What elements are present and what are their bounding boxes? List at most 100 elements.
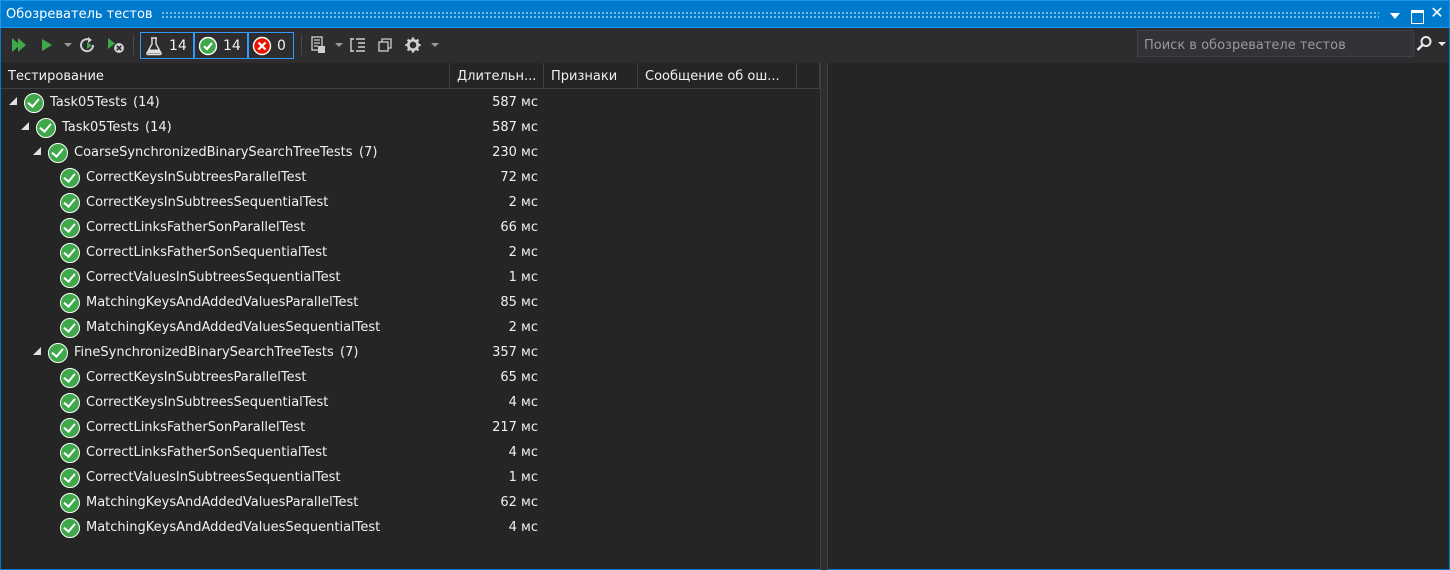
close-icon[interactable]: ✕ [1429, 5, 1445, 21]
passed-icon [48, 143, 68, 163]
run-icon[interactable] [39, 36, 55, 54]
passed-icon [60, 243, 80, 263]
test-duration: 72 мс [500, 170, 538, 185]
test-name: Task05Tests [62, 120, 139, 135]
passed-icon [24, 93, 44, 113]
test-group-row[interactable]: FineSynchronizedBinarySearchTreeTests (7)… [1, 340, 820, 365]
test-duration: 230 мс [492, 145, 538, 160]
search-options-dropdown-icon[interactable] [1438, 42, 1446, 46]
test-name: CorrectKeysInSubtreesParallelTest [86, 370, 307, 385]
search-box[interactable] [1137, 30, 1414, 57]
total-count: 14 [169, 38, 187, 54]
test-count: (14) [145, 120, 172, 135]
column-filler [797, 63, 820, 89]
test-name: CorrectLinksFatherSonParallelTest [86, 420, 306, 435]
test-row[interactable]: CorrectKeysInSubtreesSequentialTest 2 мс [1, 190, 820, 215]
test-duration: 66 мс [500, 220, 538, 235]
test-group-row[interactable]: Task05Tests (14) 587 мс [1, 90, 820, 115]
run-all-icon[interactable] [10, 36, 28, 54]
test-name: CorrectKeysInSubtreesSequentialTest [86, 395, 329, 410]
test-name: CoarseSynchronizedBinarySearchTreeTests [74, 145, 353, 160]
passed-icon [198, 36, 218, 56]
maximize-icon[interactable] [1408, 7, 1424, 24]
gear-icon[interactable] [403, 36, 423, 54]
test-duration: 2 мс [508, 320, 538, 335]
expand-arrow-icon[interactable] [33, 147, 41, 155]
toolbar-separator [133, 35, 134, 55]
test-duration: 4 мс [508, 520, 538, 535]
test-row[interactable]: MatchingKeysAndAddedValuesParallelTest 62… [1, 490, 820, 515]
cancel-run-icon[interactable] [106, 36, 126, 54]
failed-tests-filter[interactable]: 0 [248, 32, 294, 59]
test-row[interactable]: CorrectLinksFatherSonParallelTest 217 мс [1, 415, 820, 440]
column-test[interactable]: Тестирование [1, 63, 450, 89]
failed-icon [252, 36, 272, 56]
passed-icon [60, 218, 80, 238]
title-bar[interactable]: Обозреватель тестов ✕ [0, 0, 1450, 28]
window-title: Обозреватель тестов [6, 7, 153, 22]
repeat-run-icon[interactable] [79, 36, 97, 54]
passed-icon [60, 493, 80, 513]
test-row[interactable]: CorrectKeysInSubtreesParallelTest 72 мс [1, 165, 820, 190]
column-message[interactable]: Сообщение об ош... [638, 63, 797, 89]
test-duration: 65 мс [500, 370, 538, 385]
playlist-icon[interactable] [309, 36, 327, 54]
expand-arrow-icon[interactable] [9, 97, 17, 105]
test-row[interactable]: CorrectLinksFatherSonSequentialTest 2 мс [1, 240, 820, 265]
test-row[interactable]: MatchingKeysAndAddedValuesSequentialTest… [1, 315, 820, 340]
column-traits[interactable]: Признаки [544, 63, 638, 89]
failed-count: 0 [277, 38, 286, 54]
test-duration: 2 мс [508, 195, 538, 210]
test-name: CorrectLinksFatherSonParallelTest [86, 220, 306, 235]
passed-icon [60, 443, 80, 463]
test-row[interactable]: CorrectValuesInSubtreesSequentialTest 1 м… [1, 265, 820, 290]
window-position-dropdown-icon[interactable] [1387, 7, 1403, 23]
test-duration: 587 мс [492, 95, 538, 110]
test-count: (7) [359, 145, 378, 160]
test-duration: 85 мс [500, 295, 538, 310]
passed-icon [48, 343, 68, 363]
passed-icon [60, 168, 80, 188]
test-duration: 1 мс [508, 270, 538, 285]
expand-arrow-icon[interactable] [33, 347, 41, 355]
passed-tests-filter[interactable]: 14 [194, 32, 248, 59]
expand-arrow-icon[interactable] [21, 122, 29, 130]
drag-grip[interactable] [161, 11, 1379, 18]
collapse-all-icon[interactable] [377, 36, 395, 54]
passed-icon [60, 518, 80, 538]
column-header: Тестирование Длительн... Признаки Сообще… [1, 63, 820, 89]
group-by-icon[interactable] [349, 36, 367, 54]
toolbar-separator [301, 35, 302, 55]
test-duration: 357 мс [492, 345, 538, 360]
passed-icon [60, 318, 80, 338]
test-name: MatchingKeysAndAddedValuesSequentialTest [86, 520, 381, 535]
test-count: (7) [340, 345, 359, 360]
settings-dropdown-icon[interactable] [431, 43, 439, 47]
test-name: MatchingKeysAndAddedValuesParallelTest [86, 495, 359, 510]
test-duration: 62 мс [500, 495, 538, 510]
search-input[interactable] [1144, 36, 1404, 54]
search-icon[interactable] [1415, 35, 1433, 53]
test-row[interactable]: CorrectLinksFatherSonParallelTest 66 мс [1, 215, 820, 240]
test-duration: 587 мс [492, 120, 538, 135]
test-duration: 4 мс [508, 445, 538, 460]
test-row[interactable]: CorrectKeysInSubtreesParallelTest 65 мс [1, 365, 820, 390]
playlist-dropdown-icon[interactable] [335, 43, 343, 47]
test-row[interactable]: CorrectValuesInSubtreesSequentialTest 1 м… [1, 465, 820, 490]
test-row[interactable]: MatchingKeysAndAddedValuesParallelTest 85… [1, 290, 820, 315]
test-group-row[interactable]: CoarseSynchronizedBinarySearchTreeTests (… [1, 140, 820, 165]
pane-splitter[interactable] [820, 63, 828, 570]
test-list[interactable]: Тестирование Длительн... Признаки Сообще… [0, 63, 820, 570]
passed-icon [60, 268, 80, 288]
test-group-row[interactable]: Task05Tests (14) 587 мс [1, 115, 820, 140]
test-duration: 4 мс [508, 395, 538, 410]
test-name: MatchingKeysAndAddedValuesParallelTest [86, 295, 359, 310]
run-dropdown-icon[interactable] [64, 43, 72, 47]
test-name: CorrectValuesInSubtreesSequentialTest [86, 270, 341, 285]
test-row[interactable]: CorrectLinksFatherSonSequentialTest 4 мс [1, 440, 820, 465]
test-row[interactable]: CorrectKeysInSubtreesSequentialTest 4 мс [1, 390, 820, 415]
passed-icon [60, 468, 80, 488]
test-row[interactable]: MatchingKeysAndAddedValuesSequentialTest… [1, 515, 820, 540]
column-duration[interactable]: Длительн... [450, 63, 544, 89]
total-tests-filter[interactable]: 14 [140, 32, 194, 59]
